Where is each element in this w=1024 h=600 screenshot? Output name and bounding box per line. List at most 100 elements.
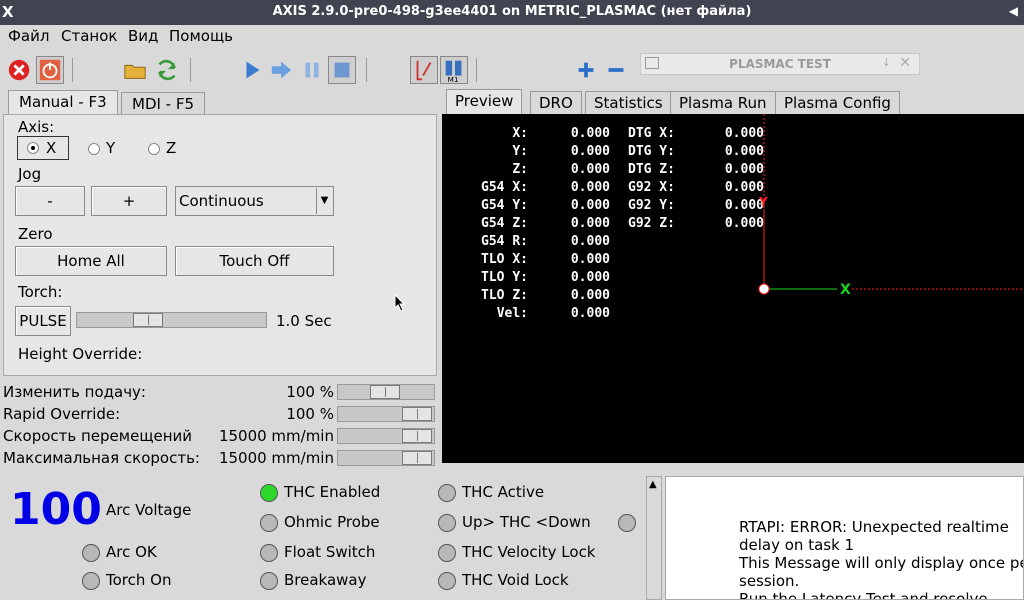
touch-off-button[interactable]: Touch Off (175, 246, 334, 276)
status-led-label: THC Velocity Lock (462, 543, 596, 561)
status-led-label: THC Enabled (284, 483, 381, 501)
max-velocity-label: Максимальная скорость: (3, 449, 200, 467)
rapid-override-label: Rapid Override: (3, 405, 121, 423)
reload-icon[interactable] (153, 56, 181, 84)
menu-machine[interactable]: Станок (61, 27, 117, 45)
close-icon[interactable]: ✕ (899, 55, 911, 71)
estop-icon[interactable] (6, 56, 34, 84)
pulse-time-slider[interactable] (76, 312, 267, 328)
status-led-label: THC Active (462, 483, 545, 501)
status-led (438, 572, 456, 590)
jog-label: Jog (18, 165, 42, 183)
mouse-pointer-icon (394, 294, 406, 312)
axis-z-label: Z (166, 139, 177, 157)
preview-canvas[interactable]: X: 0.000 Y: 0.000 Z: 0.000 G54 X: 0.000 G54 Y: 0.… (442, 114, 1024, 463)
slider-thumb[interactable] (370, 385, 400, 399)
tab-manual[interactable]: Manual - F3 (8, 90, 118, 115)
status-led-label: Torch On (106, 571, 172, 589)
menu-file[interactable]: Файл (8, 27, 49, 45)
svg-text:M1: M1 (448, 75, 459, 83)
chevron-down-icon[interactable]: ▼ (316, 188, 332, 214)
jog-speed-label: Скорость перемещений (3, 427, 192, 445)
step-icon[interactable] (268, 56, 296, 84)
axis-z-radio[interactable] (148, 143, 160, 155)
slider-thumb[interactable] (402, 429, 432, 443)
axis-y-label: Y (106, 139, 116, 157)
status-led-label: Ohmic Probe (284, 513, 380, 531)
status-led (438, 514, 456, 532)
jog-speed-slider[interactable] (337, 428, 435, 444)
tab-mdi[interactable]: MDI - F5 (121, 92, 206, 116)
axis-x-label: X (46, 139, 57, 157)
status-led (438, 544, 456, 562)
jog-minus-button[interactable]: - (15, 186, 85, 216)
menu-help[interactable]: Помощь (169, 27, 233, 45)
tab-preview[interactable]: Preview (446, 89, 523, 115)
optional-stop-icon[interactable]: M1 (440, 56, 468, 84)
axis-x-radio[interactable]: X (17, 136, 69, 160)
window-menu-icon[interactable]: ◀ (1009, 4, 1018, 18)
tab-statistics[interactable]: Statistics (585, 91, 672, 114)
axis-y-radio[interactable] (88, 143, 100, 155)
status-led-label: THC Void Lock (462, 571, 569, 589)
arc-voltage-value: 100 (10, 484, 102, 535)
stop-icon[interactable] (328, 56, 356, 84)
jog-speed-value: 15000 mm/min (218, 427, 334, 445)
status-led (260, 544, 278, 562)
slider-thumb[interactable] (402, 451, 432, 465)
zero-label: Zero (18, 225, 53, 243)
status-led-label: Up> THC <Down (462, 513, 591, 531)
torch-label: Torch: (18, 283, 63, 301)
max-velocity-slider[interactable] (337, 450, 435, 466)
axis-origin-graphic: X Y (758, 114, 1024, 298)
x-axis-label: X (840, 282, 851, 298)
arc-voltage-label: Arc Voltage (106, 501, 192, 519)
home-all-button[interactable]: Home All (15, 246, 167, 276)
pause-icon[interactable] (298, 56, 326, 84)
zoom-in-icon[interactable] (572, 56, 600, 84)
status-led (82, 544, 100, 562)
max-velocity-value: 15000 mm/min (218, 449, 334, 467)
origin-marker (758, 283, 770, 295)
status-led (260, 484, 278, 502)
height-override-label: Height Override: (18, 345, 143, 363)
y-axis-label: Y (758, 195, 768, 209)
feed-override-slider[interactable] (337, 384, 435, 400)
tab-dro[interactable]: DRO (530, 91, 582, 114)
status-led-label: Arc OK (106, 543, 157, 561)
rapid-override-slider[interactable] (337, 406, 435, 422)
message-scrollbar[interactable]: ▲ (646, 476, 662, 600)
menu-view[interactable]: Вид (128, 27, 158, 45)
jog-plus-button[interactable]: + (91, 186, 167, 216)
axis-label: Axis: (18, 118, 55, 136)
block-delete-icon[interactable] (410, 56, 438, 84)
status-led (82, 572, 100, 590)
pulse-time-value: 1.0 Sec (276, 312, 332, 330)
error-message-text: RTAPI: ERROR: Unexpected realtime delay … (739, 518, 1023, 600)
status-led (260, 514, 278, 532)
status-led-label: Float Switch (284, 543, 376, 561)
feed-override-label: Изменить подачу: (3, 383, 146, 401)
plasmac-test-window[interactable]: PLASMAC TEST ↓ ✕ (640, 53, 920, 75)
manual-panel: Axis: X Y Z Jog - + Continuous ▼ Zero Ho… (3, 114, 437, 376)
status-led-label: Breakaway (284, 571, 367, 589)
run-icon[interactable] (238, 56, 266, 84)
status-led (260, 572, 278, 590)
feed-override-value: 100 % (286, 383, 334, 401)
scroll-up-icon[interactable]: ▲ (649, 479, 657, 490)
jog-mode-select[interactable]: Continuous ▼ (175, 186, 334, 216)
pin-icon[interactable]: ↓ (882, 56, 891, 69)
pulse-time-slider-thumb[interactable] (133, 313, 163, 327)
radio-x-dot (27, 142, 39, 154)
open-folder-icon[interactable] (121, 56, 149, 84)
tab-plasma-config[interactable]: Plasma Config (775, 91, 900, 114)
window-title: AXIS 2.9.0-pre0-498-g3ee4401 on METRIC_P… (272, 4, 752, 19)
jog-mode-value: Continuous (179, 192, 264, 210)
pulse-button[interactable]: PULSE (15, 306, 71, 336)
message-area: RTAPI: ERROR: Unexpected realtime delay … (665, 476, 1024, 600)
power-icon[interactable] (36, 56, 64, 84)
tab-plasma-run[interactable]: Plasma Run (670, 91, 776, 114)
plasmac-test-title: PLASMAC TEST (729, 57, 831, 71)
slider-thumb[interactable] (402, 407, 432, 421)
zoom-out-icon[interactable] (602, 56, 630, 84)
